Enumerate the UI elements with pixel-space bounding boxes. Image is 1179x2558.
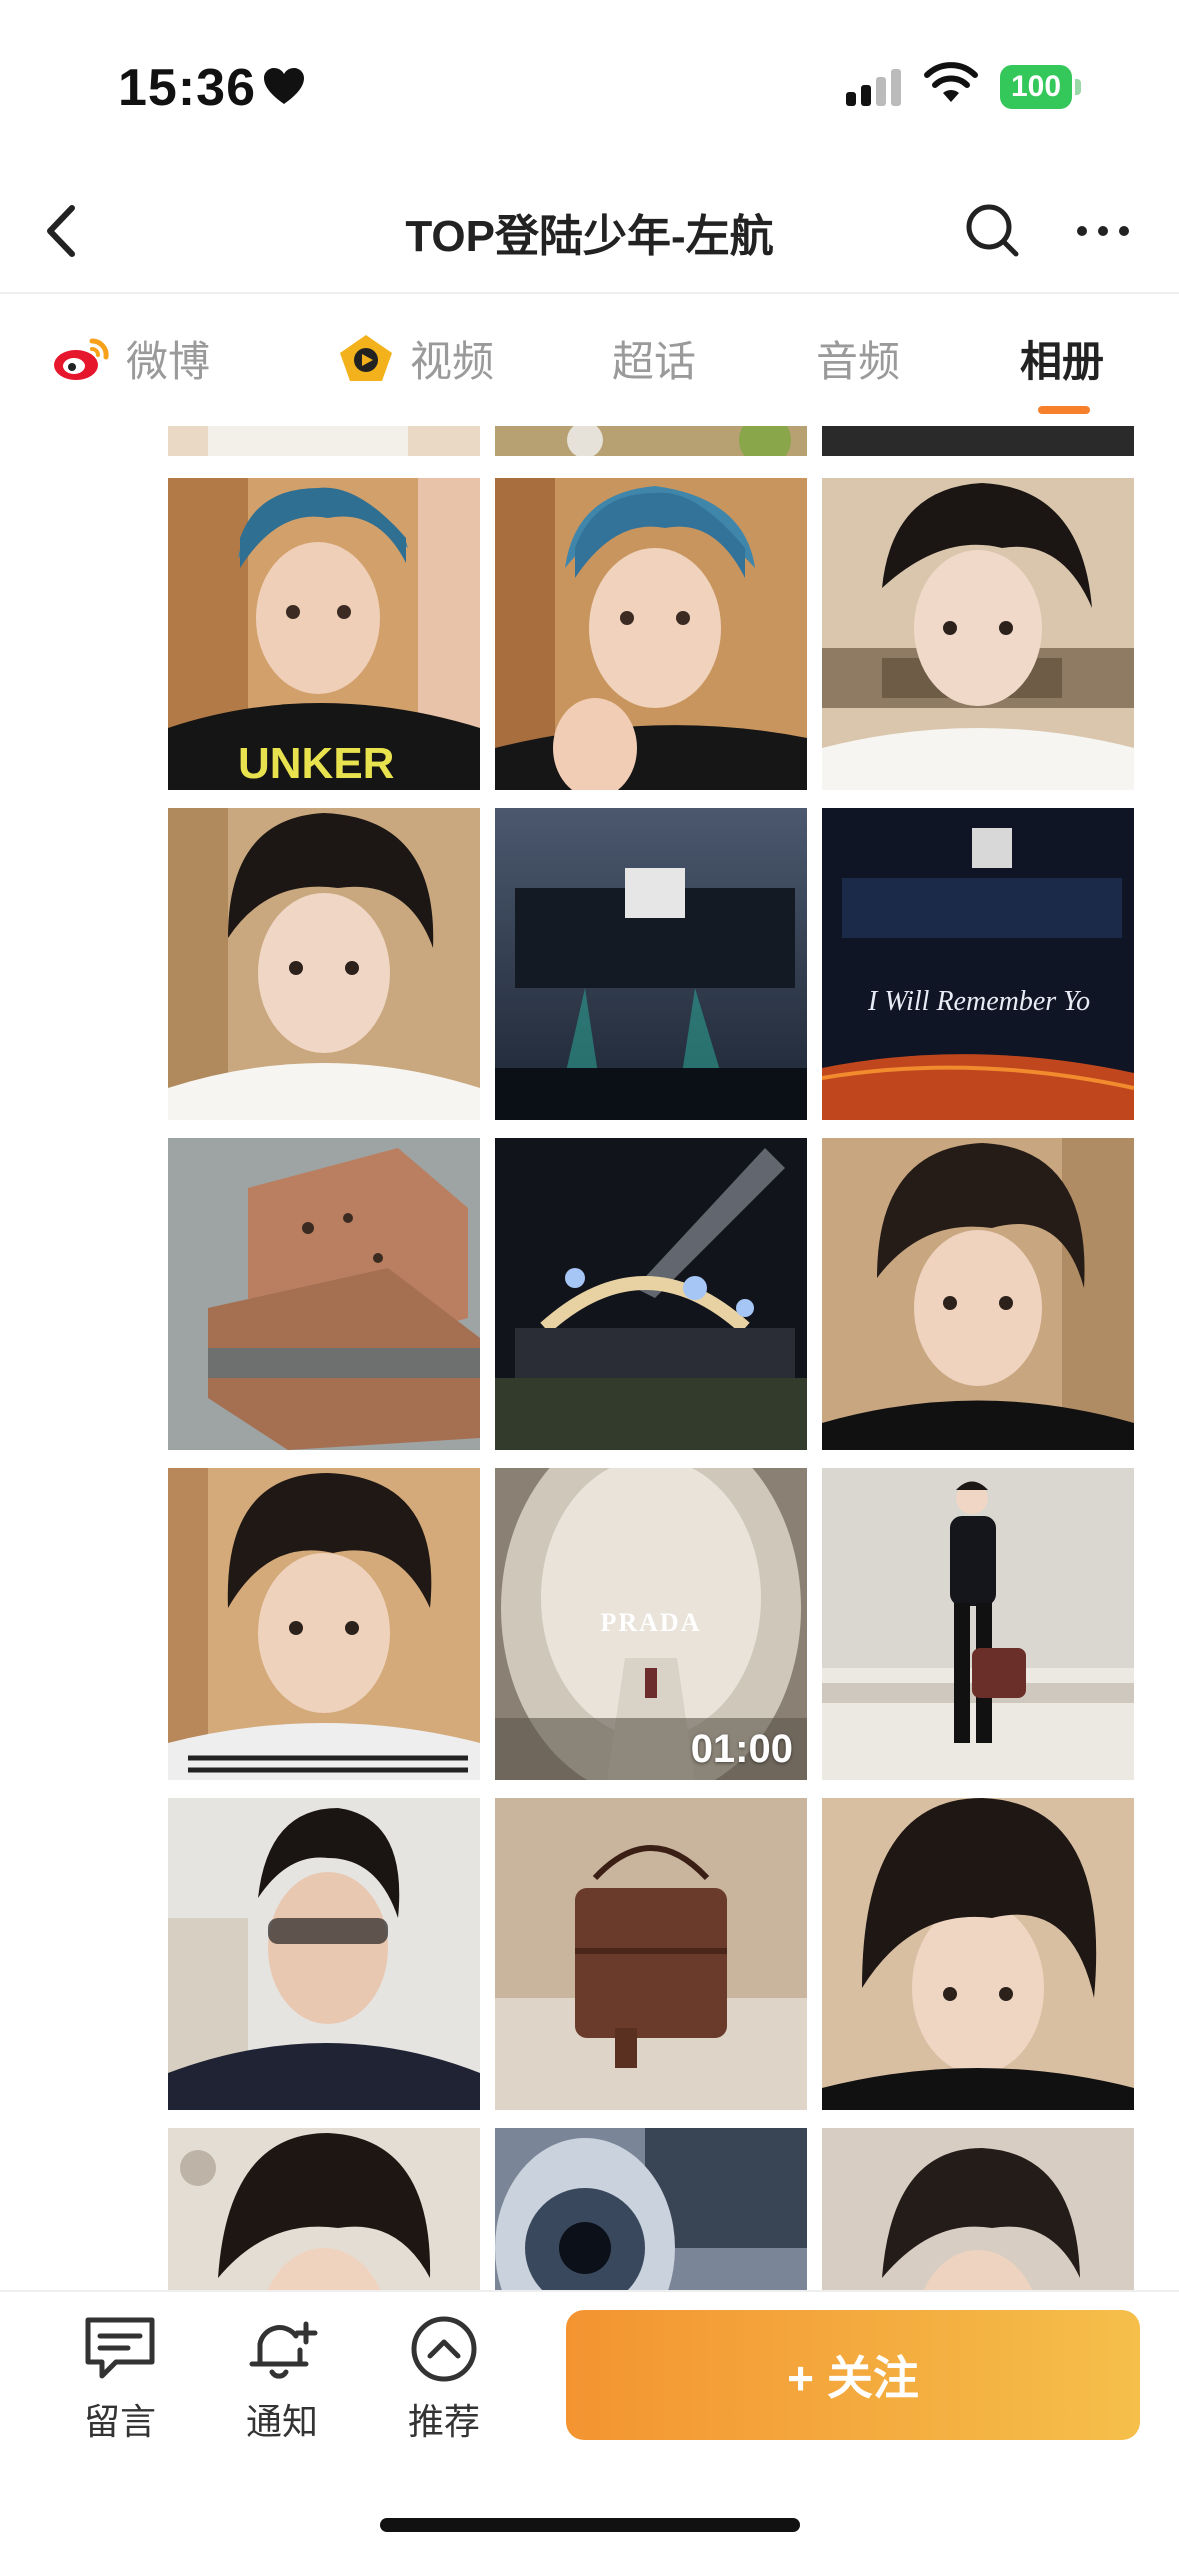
- video-icon: [340, 335, 392, 381]
- photo-thumbnail[interactable]: [822, 1798, 1134, 2110]
- svg-text:UNKER: UNKER: [238, 739, 394, 788]
- more-options-icon[interactable]: [1068, 196, 1138, 266]
- status-time: 15:36: [118, 59, 256, 117]
- recommend-button[interactable]: 推荐: [384, 2314, 504, 2445]
- status-bar: 15:36 100: [0, 0, 1179, 170]
- bottom-action-bar: 留言 通知 推荐 + 关注: [0, 2290, 1179, 2558]
- battery-indicator: 100: [1000, 65, 1072, 109]
- cellular-signal-icon: [846, 69, 901, 106]
- wifi-icon: [924, 62, 978, 102]
- heart-icon: [264, 68, 304, 104]
- photo-thumbnail[interactable]: [495, 1138, 807, 1450]
- weibo-logo-icon: [54, 338, 109, 380]
- message-icon: [85, 2317, 155, 2379]
- photo-thumbnail[interactable]: [822, 426, 1134, 456]
- album-photo-grid: UNKER I Will Remember Yo PRADA 01:00: [0, 426, 1179, 2290]
- video-duration-badge: 01:00: [690, 1727, 793, 1771]
- photo-thumbnail[interactable]: [822, 1468, 1134, 1780]
- photo-thumbnail[interactable]: [168, 1138, 480, 1450]
- tab-weibo[interactable]: 微博: [52, 328, 210, 388]
- photo-thumbnail[interactable]: [495, 426, 807, 456]
- photo-thumbnail[interactable]: [822, 2128, 1134, 2290]
- prada-logo-text: PRADA: [600, 1608, 702, 1637]
- photo-thumbnail[interactable]: [168, 808, 480, 1120]
- tab-label: 相册: [1020, 337, 1105, 385]
- photo-thumbnail[interactable]: PRADA 01:00: [495, 1468, 807, 1780]
- photo-thumbnail[interactable]: [495, 478, 807, 790]
- comment-label: 留言: [83, 2401, 156, 2442]
- notify-label: 通知: [245, 2401, 318, 2442]
- tab-video[interactable]: 视频: [336, 328, 494, 388]
- photo-thumbnail[interactable]: [168, 2128, 480, 2290]
- photo-thumbnail[interactable]: [168, 426, 480, 456]
- tab-label: 音频: [816, 337, 901, 385]
- tab-label: 微博: [126, 337, 211, 385]
- tab-super-topic[interactable]: 超话: [612, 328, 696, 388]
- photo-thumbnail[interactable]: UNKER: [168, 478, 480, 790]
- recommend-label: 推荐: [407, 2401, 480, 2442]
- active-tab-indicator: [1038, 406, 1090, 414]
- photo-thumbnail[interactable]: [495, 1798, 807, 2110]
- follow-button[interactable]: + 关注: [566, 2310, 1140, 2440]
- photo-thumbnail[interactable]: [168, 1468, 480, 1780]
- photo-thumbnail[interactable]: [822, 478, 1134, 790]
- top-navigation-bar: TOP登陆少年-左航: [0, 170, 1179, 292]
- bell-plus-icon: [249, 2321, 318, 2379]
- tab-label: 超话: [612, 337, 697, 385]
- tab-label: 视频: [410, 337, 495, 385]
- concert-screen-text: I Will Remember Yo: [868, 986, 1091, 1017]
- profile-tabs: 微博 视频 超话 音频 相册: [0, 292, 1179, 428]
- chevron-up-circle-icon: [411, 2316, 477, 2382]
- comment-button[interactable]: 留言: [60, 2314, 180, 2445]
- photo-thumbnail[interactable]: [495, 2128, 807, 2290]
- search-icon[interactable]: [958, 196, 1028, 266]
- photo-thumbnail[interactable]: I Will Remember Yo: [822, 808, 1134, 1120]
- home-indicator: [380, 2518, 800, 2532]
- photo-thumbnail[interactable]: [495, 808, 807, 1120]
- notify-button[interactable]: 通知: [222, 2314, 342, 2445]
- battery-tip: [1075, 79, 1081, 95]
- back-arrow-icon[interactable]: [30, 196, 100, 266]
- tab-audio[interactable]: 音频: [816, 328, 900, 388]
- photo-thumbnail[interactable]: [822, 1138, 1134, 1450]
- tab-album[interactable]: 相册: [1020, 328, 1104, 388]
- photo-thumbnail[interactable]: [168, 1798, 480, 2110]
